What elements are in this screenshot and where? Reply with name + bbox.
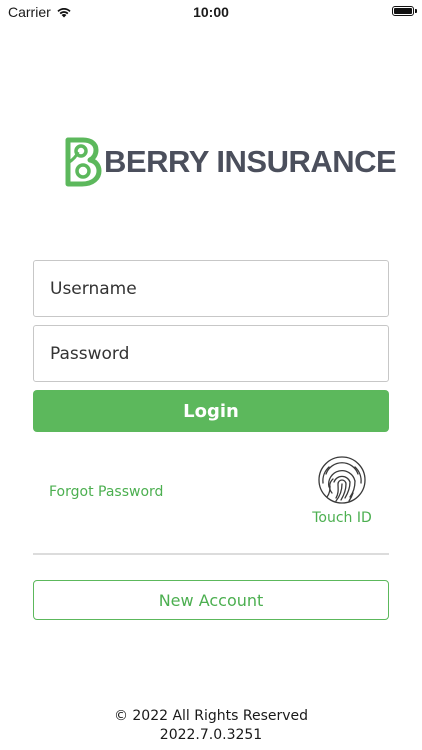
version-text: 2022.7.0.3251 — [159, 727, 263, 743]
status-bar: Carrier 10:00 — [0, 0, 422, 24]
status-time: 10:00 — [193, 4, 229, 20]
berry-b-logo-icon — [65, 137, 102, 187]
fingerprint-icon — [318, 456, 366, 504]
new-account-button[interactable]: New Account — [33, 580, 389, 620]
brand-logo: BERRY INSURANCE — [62, 134, 397, 190]
username-field[interactable] — [33, 260, 389, 317]
touch-id-button[interactable]: Touch ID — [306, 455, 378, 530]
password-input[interactable] — [34, 326, 388, 381]
copyright-text: © 2022 All Rights Reserved — [113, 708, 309, 724]
forgot-password-link[interactable]: Forgot Password — [49, 484, 163, 500]
divider — [33, 553, 389, 555]
battery-level — [394, 8, 412, 14]
login-button[interactable]: Login — [33, 390, 389, 432]
footer: © 2022 All Rights Reserved 2022.7.0.3251 — [0, 707, 422, 745]
battery-icon — [392, 6, 417, 16]
password-field[interactable] — [33, 325, 389, 382]
username-input[interactable] — [34, 261, 388, 316]
brand-name: BERRY INSURANCE — [104, 144, 397, 179]
touch-id-label: Touch ID — [312, 510, 372, 526]
